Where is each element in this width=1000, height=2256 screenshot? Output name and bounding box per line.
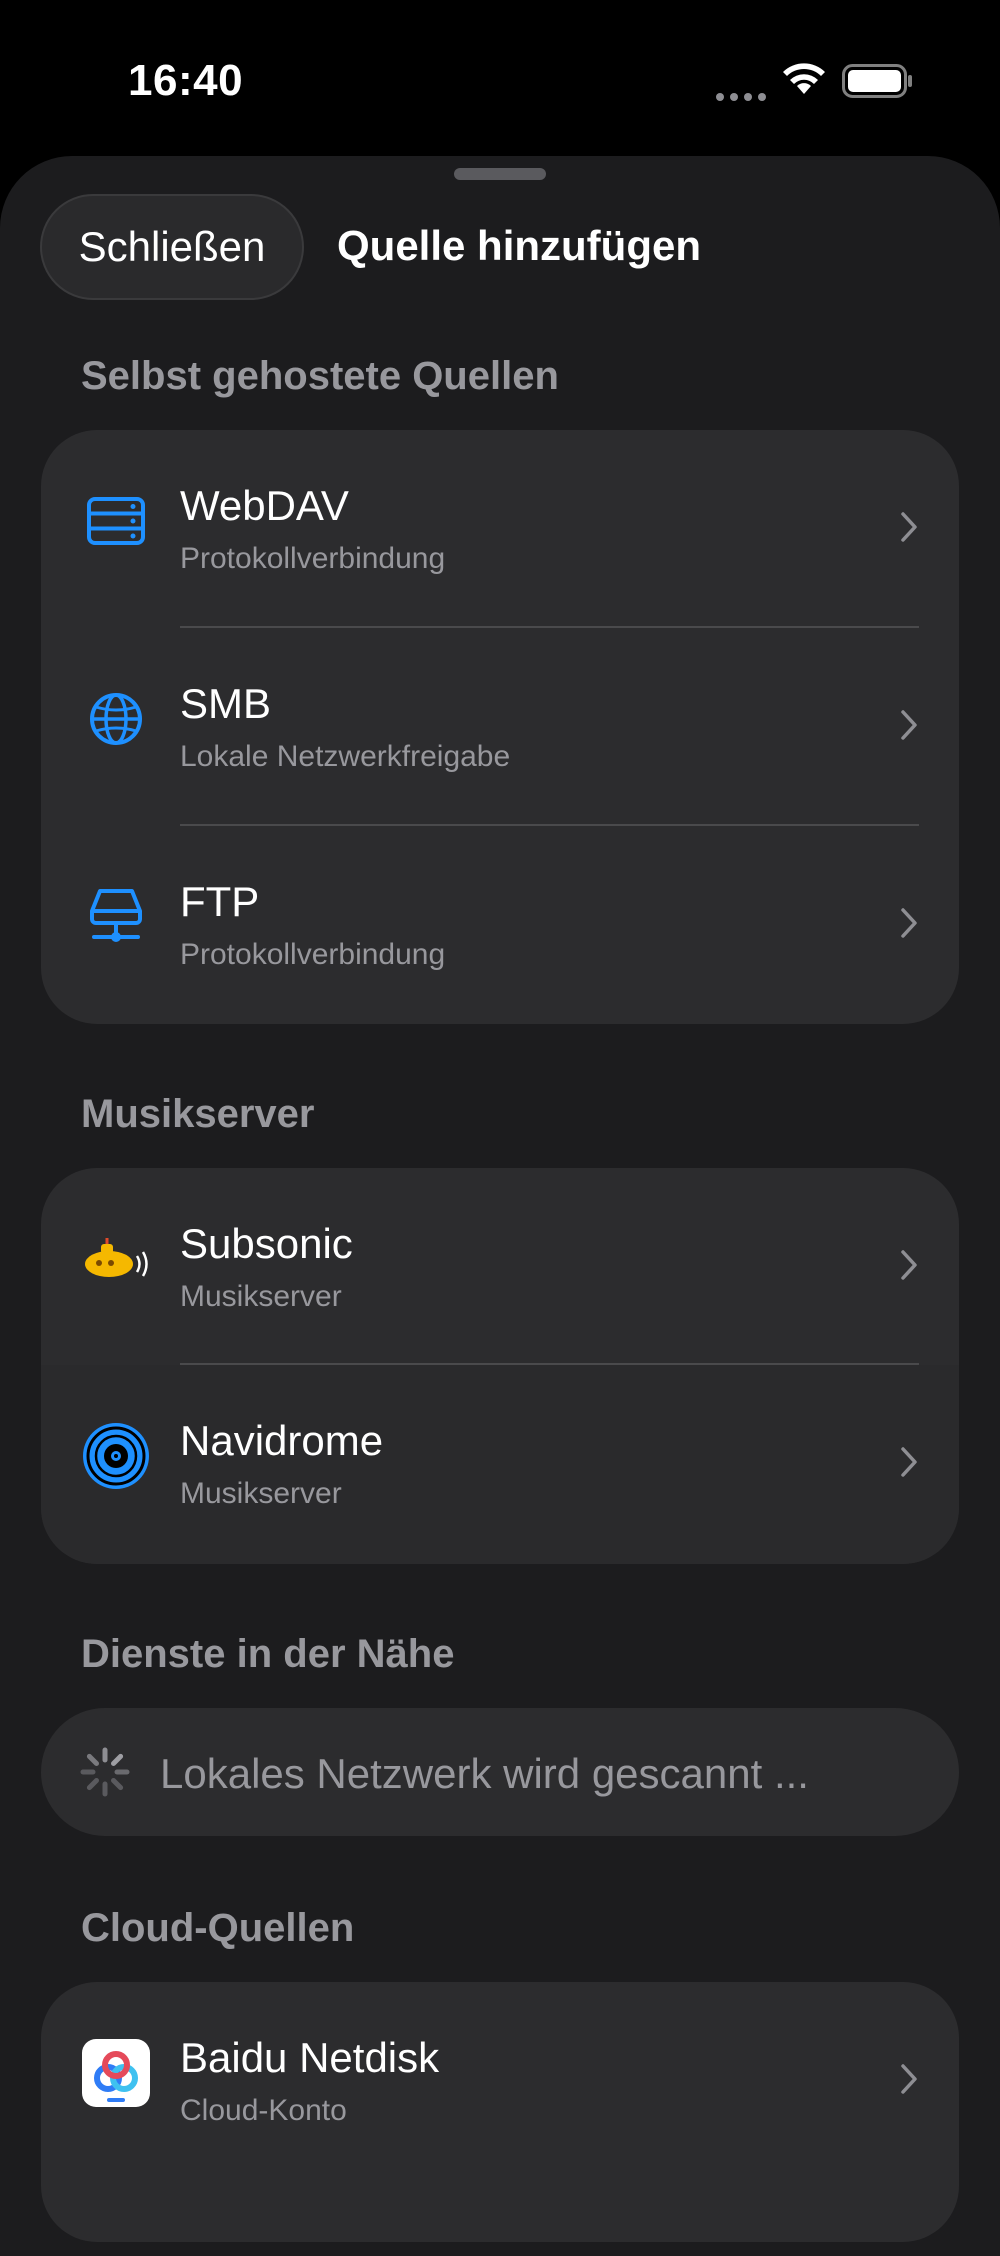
source-title: Baidu Netdisk	[180, 2034, 440, 2081]
source-row-ftp[interactable]: FTP Protokollverbindung	[41, 826, 959, 1024]
chevron-right-icon	[901, 1447, 917, 1477]
source-row-navidrome[interactable]: Navidrome Musikserver	[41, 1365, 959, 1564]
source-subtitle: Lokale Netzwerkfreigabe	[180, 740, 511, 773]
source-title: SMB	[180, 680, 272, 727]
chevron-right-icon	[901, 1250, 917, 1280]
nearby-scan-status: Lokales Netzwerk wird gescannt ...	[41, 1708, 959, 1836]
source-subtitle: Cloud-Konto	[180, 2094, 347, 2127]
scan-status-text: Lokales Netzwerk wird gescannt ...	[160, 1750, 809, 1797]
section-header-self-hosted: Selbst gehostete Quellen	[81, 354, 559, 398]
status-time: 16:40	[128, 56, 244, 105]
self-hosted-sources-group: WebDAV Protokollverbindung SMB Lokale Ne…	[41, 430, 959, 1024]
chevron-right-icon	[901, 908, 917, 938]
source-subtitle: Protokollverbindung	[180, 938, 446, 971]
chevron-right-icon	[901, 512, 917, 542]
submarine-icon	[81, 1224, 151, 1294]
close-button[interactable]: Schließen	[40, 194, 304, 300]
source-title: FTP	[180, 878, 260, 925]
section-header-music-server: Musikserver	[81, 1092, 315, 1136]
globe-icon	[81, 684, 151, 754]
source-title: Subsonic	[180, 1220, 353, 1267]
battery-icon	[842, 64, 912, 98]
source-row-smb[interactable]: SMB Lokale Netzwerkfreigabe	[41, 628, 959, 826]
baidu-netdisk-icon	[81, 2038, 151, 2108]
source-row-baidu-netdisk[interactable]: Baidu Netdisk Cloud-Konto	[41, 1982, 959, 2180]
sheet-grabber[interactable]	[454, 168, 546, 180]
music-server-group: Subsonic Musikserver Navidrome Musikserv…	[41, 1168, 959, 1564]
wifi-icon	[783, 63, 825, 94]
section-header-cloud: Cloud-Quellen	[81, 1906, 355, 1950]
source-row-webdav[interactable]: WebDAV Protokollverbindung	[41, 430, 959, 628]
chevron-right-icon	[901, 2064, 917, 2094]
chevron-right-icon	[901, 710, 917, 740]
loading-spinner-icon	[80, 1747, 130, 1797]
source-row-subsonic[interactable]: Subsonic Musikserver	[41, 1168, 959, 1365]
source-subtitle: Protokollverbindung	[180, 542, 446, 575]
add-source-sheet: Schließen Quelle hinzufügen Selbst gehos…	[0, 156, 1000, 2256]
network-drive-icon	[81, 882, 151, 952]
sheet-title: Quelle hinzufügen	[337, 222, 701, 269]
source-subtitle: Musikserver	[180, 1477, 342, 1510]
status-bar: 16:40	[0, 0, 1000, 150]
cloud-sources-group: Baidu Netdisk Cloud-Konto	[41, 1982, 959, 2242]
source-subtitle: Musikserver	[180, 1280, 342, 1313]
section-header-nearby: Dienste in der Nähe	[81, 1632, 455, 1676]
source-title: Navidrome	[180, 1417, 384, 1464]
vinyl-record-icon	[81, 1421, 151, 1491]
source-title: WebDAV	[180, 482, 349, 529]
server-stack-icon	[81, 486, 151, 556]
cellular-signal-icon	[716, 88, 772, 106]
